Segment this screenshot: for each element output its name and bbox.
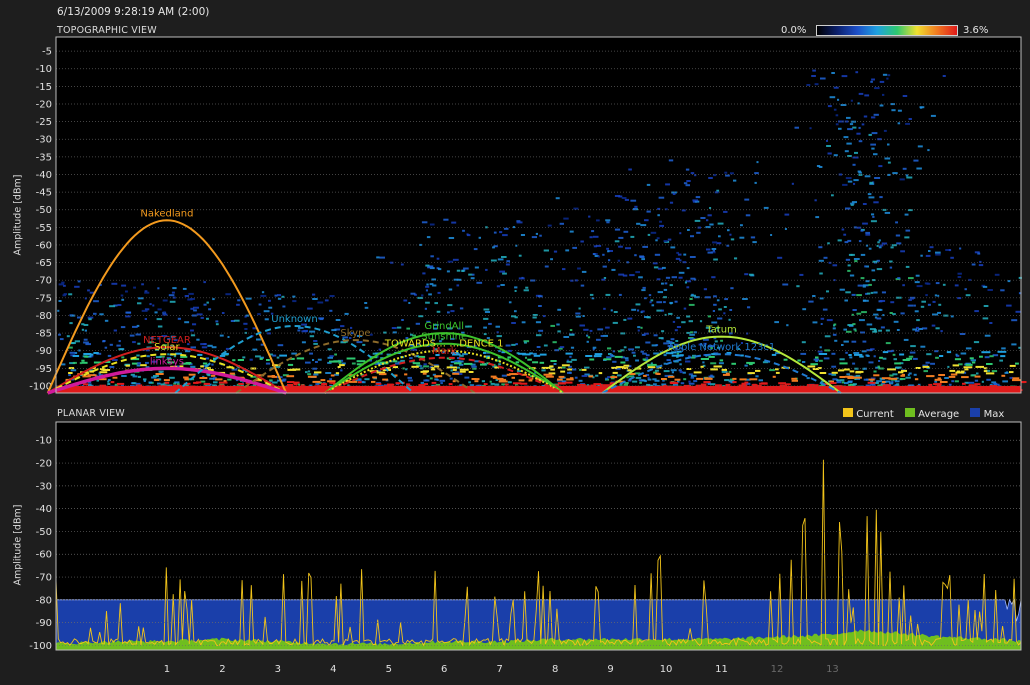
topo-y-tick-label: -80 xyxy=(36,311,52,322)
channel-tick-label: 11 xyxy=(715,664,728,675)
planar-y-tick-label: -30 xyxy=(36,481,52,492)
network-label: linksys xyxy=(150,356,184,367)
channel-tick-label: 10 xyxy=(660,664,673,675)
topo-y-tick-label: -5 xyxy=(42,47,52,58)
topo-y-tick-label: -10 xyxy=(36,64,52,75)
topo-y-tick-label: -15 xyxy=(36,82,52,93)
channel-tick-label: 3 xyxy=(275,664,281,675)
planar-plot: -10-20-30-40-50-60-70-80-90-1001 2 3 4 5 6 7 8 9… xyxy=(29,421,1022,675)
planar-y-tick-label: -40 xyxy=(36,504,52,515)
network-label: Unknown xyxy=(271,314,317,325)
channel-tick-label: 5 xyxy=(386,664,392,675)
network-label: Tatum xyxy=(705,325,737,336)
noise-floor-band xyxy=(56,385,1021,393)
topographic-plot-background xyxy=(56,37,1021,393)
topo-y-tick-label: -35 xyxy=(36,152,52,163)
topo-y-tick-label: -95 xyxy=(36,364,52,375)
network-label: Nakedland xyxy=(140,208,193,219)
planar-y-tick-label: -100 xyxy=(29,641,52,652)
channel-tick-label: 8 xyxy=(552,664,558,675)
spectrum-charts: -5 -10 -15 -20 -25 -30 -35 -40 -45 -50 -55 -60 -65 -7… xyxy=(29,36,1027,675)
channel-tick-label: 12 xyxy=(771,664,784,675)
network-label: GrindAll xyxy=(424,321,464,332)
topo-y-tick-label: -30 xyxy=(36,135,52,146)
topographic-plot: -5 -10 -15 -20 -25 -30 -35 -40 -45 -50 -55 -60 -65 -7… xyxy=(29,36,1027,395)
topo-y-tick-label: -90 xyxy=(36,346,52,357)
channel-tick-label: 6 xyxy=(441,664,447,675)
network-label: Apple Network 123c1 xyxy=(668,342,776,353)
topo-y-tick-label: -85 xyxy=(36,329,52,340)
topo-y-tick-label: -70 xyxy=(36,276,52,287)
planar-y-tick-label: -60 xyxy=(36,550,52,561)
channel-tick-label: 2 xyxy=(219,664,225,675)
topo-y-tick-label: -75 xyxy=(36,293,52,304)
topo-y-tick-label: -20 xyxy=(36,99,52,110)
network-label: Skype xyxy=(340,328,370,339)
channel-tick-label: 13 xyxy=(826,664,839,675)
channel-tick-label: 4 xyxy=(330,664,336,675)
planar-y-tick-label: -70 xyxy=(36,573,52,584)
planar-y-tick-label: -80 xyxy=(36,595,52,606)
network-label: Mark xyxy=(432,346,457,357)
topo-y-tick-label: -40 xyxy=(36,170,52,181)
planar-y-tick-label: -90 xyxy=(36,618,52,629)
topo-y-tick-label: -60 xyxy=(36,240,52,251)
topo-y-tick-label: -25 xyxy=(36,117,52,128)
topo-y-tick-label: -55 xyxy=(36,223,52,234)
channel-tick-label: 7 xyxy=(496,664,502,675)
channel-tick-label: 9 xyxy=(607,664,613,675)
planar-y-tick-label: -50 xyxy=(36,527,52,538)
topo-y-tick-label: -50 xyxy=(36,205,52,216)
network-label: Solar xyxy=(154,342,180,353)
topo-y-tick-label: -65 xyxy=(36,258,52,269)
planar-y-tick-label: -20 xyxy=(36,459,52,470)
planar-y-tick-label: -10 xyxy=(36,436,52,447)
topo-y-tick-label: -45 xyxy=(36,188,52,199)
channel-tick-label: 1 xyxy=(164,664,170,675)
